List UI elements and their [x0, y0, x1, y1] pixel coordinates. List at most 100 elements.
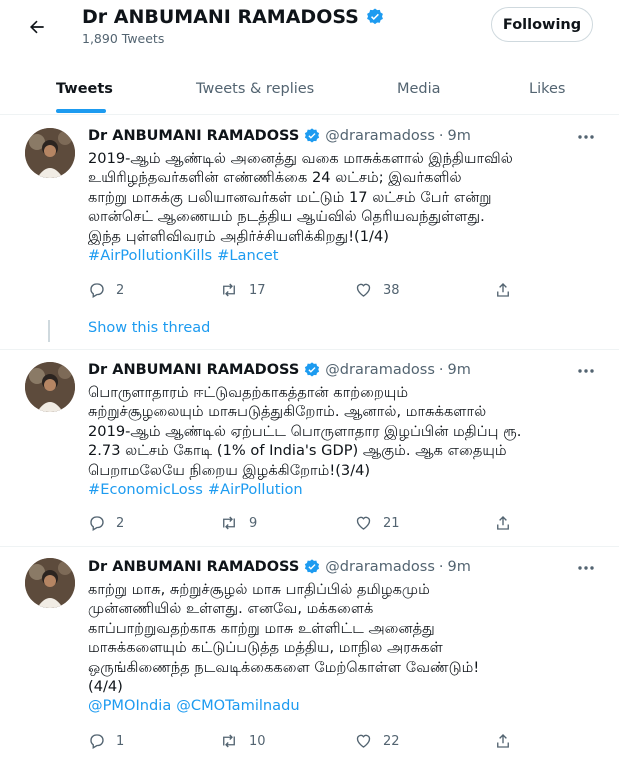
- hashtags: #EconomicLoss #AirPollution: [88, 480, 608, 499]
- tweet-text-line: 2019-ஆம் ஆண்டில் அனைத்து வகை மாசுக்களால்…: [88, 150, 513, 167]
- tweet-text-line: காற்று மாசு, சுற்றுச்சூழல் மாசு பாதிப்பி…: [88, 581, 430, 598]
- active-tab-indicator: [56, 109, 106, 113]
- more-icon: [578, 369, 594, 373]
- tab-media[interactable]: Media: [397, 63, 441, 115]
- reply-count: 2: [116, 515, 125, 531]
- reply-button[interactable]: 2: [88, 514, 124, 532]
- tweet[interactable]: Dr ANBUMANI RAMADOSS @draramadoss · 9m 2…: [0, 116, 619, 350]
- tweet-author[interactable]: Dr ANBUMANI RAMADOSS: [88, 362, 299, 378]
- share-button[interactable]: [494, 281, 512, 299]
- verified-badge-icon: [305, 128, 320, 143]
- like-count: 22: [383, 733, 400, 749]
- tweet-text: பொருளாதாரம் ஈட்டுவதற்காகத்தான் காற்றையும…: [88, 383, 608, 499]
- tweet[interactable]: Dr ANBUMANI RAMADOSS @draramadoss · 9m க…: [0, 547, 619, 761]
- tweet-header: Dr ANBUMANI RAMADOSS @draramadoss · 9m: [88, 126, 471, 146]
- tab-tweets-replies[interactable]: Tweets & replies: [196, 63, 314, 115]
- mention-link[interactable]: @PMOIndia: [88, 697, 171, 714]
- more-button[interactable]: [575, 128, 597, 146]
- tweet-handle[interactable]: @draramadoss: [325, 128, 435, 144]
- more-icon: [578, 135, 594, 139]
- tweet-text-line: மாசுக்களையும் கட்டுப்படுத்த மத்திய, மாநி…: [88, 639, 443, 657]
- back-arrow-icon: [30, 20, 44, 34]
- verified-badge-icon: [366, 8, 383, 25]
- tweet-header: Dr ANBUMANI RAMADOSS @draramadoss · 9m: [88, 360, 471, 380]
- retweet-count: 10: [249, 733, 266, 749]
- reply-button[interactable]: 1: [88, 732, 124, 750]
- reply-button[interactable]: 2: [88, 281, 124, 299]
- share-button[interactable]: [494, 732, 512, 750]
- tab-tweets[interactable]: Tweets: [56, 63, 113, 115]
- share-button[interactable]: [494, 514, 512, 532]
- retweet-icon: [223, 283, 235, 297]
- back-button[interactable]: [22, 12, 52, 42]
- tweet-text-line: முன்னணியில் உள்ளது. எனவே, மக்களைக்: [88, 600, 374, 618]
- verified-badge-icon: [305, 559, 320, 574]
- tweet-header: Dr ANBUMANI RAMADOSS @draramadoss · 9m: [88, 557, 471, 577]
- more-button[interactable]: [575, 559, 597, 577]
- more-icon: [578, 566, 594, 570]
- separator-dot: ·: [438, 559, 444, 575]
- reply-icon: [90, 734, 104, 749]
- separator-dot: ·: [438, 362, 444, 378]
- tweet-text-line: லான்செட் ஆணையம் நடத்திய ஆய்வில் தெரியவந்…: [88, 208, 485, 226]
- mentions: @PMOIndia @CMOTamilnadu: [88, 696, 608, 715]
- tweet[interactable]: Dr ANBUMANI RAMADOSS @draramadoss · 9m ப…: [0, 350, 619, 546]
- avatar[interactable]: [25, 558, 75, 608]
- profile-header: Dr ANBUMANI RAMADOSS 1,890 Tweets Follow…: [0, 0, 619, 53]
- like-count: 38: [383, 282, 400, 298]
- profile-name: Dr ANBUMANI RAMADOSS: [82, 6, 385, 28]
- tweet-author[interactable]: Dr ANBUMANI RAMADOSS: [88, 128, 299, 144]
- tab-likes[interactable]: Likes: [529, 63, 565, 115]
- tweet-handle[interactable]: @draramadoss: [325, 559, 435, 575]
- like-icon: [356, 283, 371, 297]
- tweet-text-line: ஒருங்கிணைந்த நடவடிக்கைகளை மேற்கொள்ள வேண்…: [88, 658, 480, 676]
- profile-name-text: Dr ANBUMANI RAMADOSS: [82, 6, 359, 28]
- hashtags: #AirPollutionKills #Lancet: [88, 246, 608, 265]
- tweet-time[interactable]: 9m: [448, 362, 471, 378]
- separator-dot: ·: [438, 128, 444, 144]
- verified-badge-icon: [305, 362, 320, 377]
- share-icon: [497, 516, 509, 530]
- tweet-text-line: 2.73 லட்சம் கோடி (1% of India's GDP) ஆகு…: [88, 442, 507, 460]
- reply-count: 2: [116, 282, 125, 298]
- tweet-time[interactable]: 9m: [448, 128, 471, 144]
- tweet-text-line: உயிரிழந்தவர்களின் எண்ணிக்கை 24 லட்சம்; இ…: [88, 169, 462, 187]
- show-thread-link[interactable]: Show this thread: [88, 320, 210, 336]
- reply-count: 1: [116, 733, 125, 749]
- hashtag-link[interactable]: #AirPollution: [208, 481, 303, 498]
- share-icon: [497, 734, 509, 748]
- retweet-count: 9: [249, 515, 258, 531]
- avatar[interactable]: [25, 128, 75, 178]
- retweet-button[interactable]: 9: [219, 514, 257, 532]
- hashtag-link[interactable]: #EconomicLoss: [88, 481, 203, 498]
- profile-tabs: Tweets Tweets & replies Media Likes: [0, 63, 619, 115]
- retweet-icon: [223, 734, 235, 748]
- mention-link[interactable]: @CMOTamilnadu: [176, 697, 299, 714]
- tweet-time[interactable]: 9m: [448, 559, 471, 575]
- tweet-text: 2019-ஆம் ஆண்டில் அனைத்து வகை மாசுக்களால்…: [88, 149, 608, 265]
- retweet-button[interactable]: 17: [219, 281, 266, 299]
- share-icon: [497, 283, 509, 297]
- hashtag-link[interactable]: #AirPollutionKills: [88, 247, 212, 264]
- retweet-button[interactable]: 10: [219, 732, 266, 750]
- tweet-text-line: பொருளாதாரம் ஈட்டுவதற்காகத்தான் காற்றையும…: [88, 384, 409, 401]
- like-button[interactable]: 21: [354, 514, 400, 532]
- reply-icon: [90, 283, 104, 298]
- tweet-actions: 2 17 38: [88, 281, 608, 301]
- more-button[interactable]: [575, 362, 597, 380]
- hashtag-link[interactable]: #Lancet: [217, 247, 278, 264]
- following-button[interactable]: Following: [491, 7, 593, 42]
- tweet-author[interactable]: Dr ANBUMANI RAMADOSS: [88, 559, 299, 575]
- tweet-text-line: காற்று மாசுக்கு பலியானவர்கள் மட்டும் 17 …: [88, 188, 492, 206]
- tweet-text-line: காப்பாற்றுவதற்காக காற்று மாசு உள்ளிட்ட அ…: [88, 619, 435, 637]
- avatar[interactable]: [25, 362, 75, 412]
- like-button[interactable]: 22: [354, 732, 400, 750]
- tweet-text-line: பெறாமலேயே நிறைய இழக்கிறோம்!(3/4): [88, 461, 371, 479]
- like-button[interactable]: 38: [354, 281, 400, 299]
- like-count: 21: [383, 515, 400, 531]
- tweet-text-line: (4/4): [88, 678, 123, 696]
- retweet-count: 17: [249, 282, 266, 298]
- tweet-count: 1,890 Tweets: [82, 31, 165, 46]
- tweet-actions: 2 9 21: [88, 514, 608, 534]
- tweet-handle[interactable]: @draramadoss: [325, 362, 435, 378]
